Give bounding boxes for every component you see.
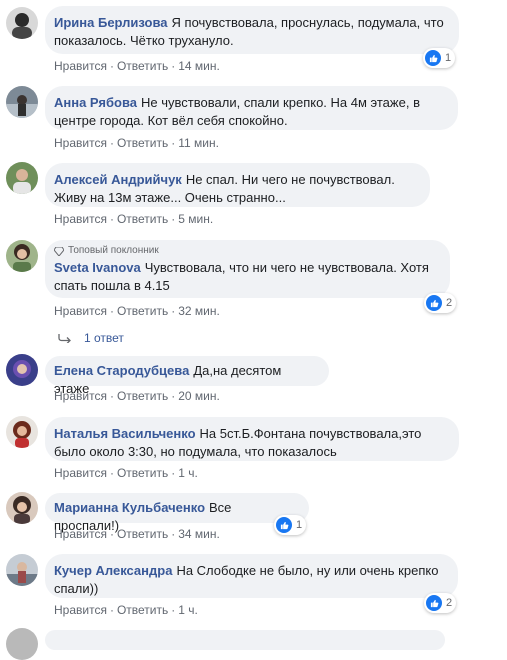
timestamp[interactable]: 11 мин. xyxy=(178,136,219,150)
avatar[interactable] xyxy=(6,416,38,448)
like-icon xyxy=(426,595,442,611)
comment-actions: Нравится · Ответить · 34 мин. xyxy=(54,527,220,541)
comment-author[interactable]: Алексей Андрийчук xyxy=(54,172,182,187)
reply-link[interactable]: Ответить xyxy=(117,389,168,403)
comment-bubble: Ирина Берлизова Я почувствовала, проснула… xyxy=(45,6,459,54)
reply-link[interactable]: Ответить xyxy=(117,603,168,617)
comment-bubble: Наталья Васильченко На 5ст.Б.Фонтана почу… xyxy=(45,417,459,461)
comment-actions: Нравится · Ответить · 20 мин. xyxy=(54,389,220,403)
separator: · xyxy=(171,603,176,617)
comment-bubble: Кучер Александра На Слободке не было, ну … xyxy=(45,554,458,598)
reaction-number: 2 xyxy=(446,597,453,609)
separator: · xyxy=(109,603,114,617)
avatar[interactable] xyxy=(6,7,38,39)
replies-count[interactable]: 1 ответ xyxy=(84,331,124,345)
reply-link[interactable]: Ответить xyxy=(117,136,168,150)
separator: · xyxy=(109,389,114,403)
separator: · xyxy=(109,212,114,226)
separator: · xyxy=(171,59,176,73)
comment-actions: Нравится · Ответить · 5 мин. xyxy=(54,212,213,226)
timestamp[interactable]: 20 мин. xyxy=(178,389,220,403)
reaction-number: 1 xyxy=(445,52,452,64)
avatar[interactable] xyxy=(6,162,38,194)
timestamp[interactable]: 1 ч. xyxy=(178,466,198,480)
reply-link[interactable]: Ответить xyxy=(117,527,168,541)
avatar[interactable] xyxy=(6,240,38,272)
avatar[interactable] xyxy=(6,492,38,524)
diamond-icon xyxy=(54,246,64,256)
separator: · xyxy=(171,212,176,226)
timestamp[interactable]: 32 мин. xyxy=(178,304,220,318)
like-link[interactable]: Нравится xyxy=(54,59,107,73)
reply-arrow-icon xyxy=(58,334,71,343)
comment-bubble xyxy=(45,630,445,650)
separator: · xyxy=(109,304,114,318)
reply-link[interactable]: Ответить xyxy=(117,212,168,226)
like-link[interactable]: Нравится xyxy=(54,136,107,150)
separator: · xyxy=(109,466,114,480)
timestamp[interactable]: 14 мин. xyxy=(178,59,220,73)
comment-actions: Нравится · Ответить · 14 мин. xyxy=(54,59,220,73)
reaction-count[interactable]: 1 xyxy=(423,48,456,68)
reaction-count[interactable]: 2 xyxy=(424,293,457,313)
comment-author[interactable]: Sveta Ivanova xyxy=(54,260,141,275)
comment-author[interactable]: Анна Рябова xyxy=(54,95,137,110)
like-icon xyxy=(276,517,292,533)
like-link[interactable]: Нравится xyxy=(54,304,107,318)
comment-actions: Нравится · Ответить · 32 мин. xyxy=(54,304,220,318)
comment-actions: Нравится · Ответить · 11 мин. xyxy=(54,136,219,150)
reply-link[interactable]: Ответить xyxy=(117,59,168,73)
separator: · xyxy=(109,136,114,150)
comment-author[interactable]: Елена Стародубцева xyxy=(54,363,189,378)
reply-link[interactable]: Ответить xyxy=(117,304,168,318)
timestamp[interactable]: 1 ч. xyxy=(178,603,198,617)
comment-bubble: Марианна Кульбаченко Все проспали!) xyxy=(45,493,309,533)
separator: · xyxy=(171,466,176,480)
like-link[interactable]: Нравится xyxy=(54,466,107,480)
separator: · xyxy=(171,136,176,150)
comment-author[interactable]: Марианна Кульбаченко xyxy=(54,500,205,515)
comment-author[interactable]: Наталья Васильченко xyxy=(54,426,196,441)
separator: · xyxy=(109,527,114,541)
like-icon xyxy=(425,50,441,66)
reaction-number: 1 xyxy=(296,519,303,531)
avatar[interactable] xyxy=(6,628,38,660)
avatar[interactable] xyxy=(6,86,38,118)
like-link[interactable]: Нравится xyxy=(54,212,107,226)
comment-bubble: Елена Стародубцева Да,на десятом этаже xyxy=(45,356,329,396)
comment-bubble: Топовый поклонник Sveta Ivanova Чувствова… xyxy=(45,240,450,298)
top-fan-badge: Топовый поклонник xyxy=(54,245,438,257)
comment-actions: Нравится · Ответить · 1 ч. xyxy=(54,466,198,480)
comment-bubble: Анна Рябова Не чувствовали, спали крепко.… xyxy=(45,86,458,130)
reaction-count[interactable]: 2 xyxy=(424,593,457,613)
timestamp[interactable]: 5 мин. xyxy=(178,212,213,226)
reaction-number: 2 xyxy=(446,297,453,309)
separator: · xyxy=(171,304,176,318)
badge-label: Топовый поклонник xyxy=(68,245,159,256)
separator: · xyxy=(171,389,176,403)
comment-bubble: Алексей Андрийчук Не спал. Ни чего не поч… xyxy=(45,163,430,207)
comment-author[interactable]: Ирина Берлизова xyxy=(54,15,168,30)
reaction-count[interactable]: 1 xyxy=(274,515,307,535)
view-replies-link[interactable]: 1 ответ xyxy=(58,331,124,345)
comment-author[interactable]: Кучер Александра xyxy=(54,563,172,578)
reply-link[interactable]: Ответить xyxy=(117,466,168,480)
separator: · xyxy=(109,59,114,73)
comment-actions: Нравится · Ответить · 1 ч. xyxy=(54,603,198,617)
timestamp[interactable]: 34 мин. xyxy=(178,527,220,541)
separator: · xyxy=(171,527,176,541)
like-link[interactable]: Нравится xyxy=(54,389,107,403)
like-icon xyxy=(426,295,442,311)
like-link[interactable]: Нравится xyxy=(54,603,107,617)
like-link[interactable]: Нравится xyxy=(54,527,107,541)
avatar[interactable] xyxy=(6,554,38,586)
avatar[interactable] xyxy=(6,354,38,386)
